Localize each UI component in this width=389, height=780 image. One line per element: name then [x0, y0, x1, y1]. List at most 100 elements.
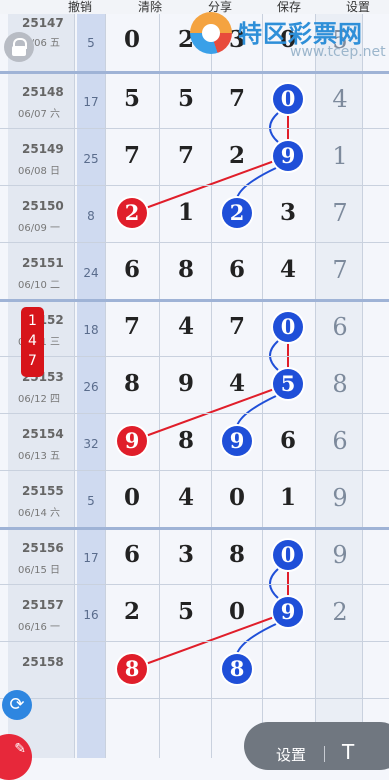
blue-ball[interactable]: 9	[273, 141, 303, 171]
blue-ball[interactable]: 0	[273, 84, 303, 114]
tail-value: 1	[332, 142, 348, 170]
digit-cell[interactable]: 6	[270, 427, 306, 454]
draw-date: 06/15 日	[18, 565, 60, 576]
blue-ball[interactable]: 0	[273, 312, 303, 342]
digit-cell[interactable]: 5	[168, 85, 204, 112]
digit-cell[interactable]: 0	[219, 598, 255, 625]
table-row: 2514906/08 日2577291	[0, 128, 389, 185]
digit-cell[interactable]: 4	[168, 313, 204, 340]
table-row: 2515006/09 一821237	[0, 185, 389, 242]
digit-cell[interactable]: 8	[168, 427, 204, 454]
digit-cell[interactable]: 9	[168, 370, 204, 397]
digit-cell[interactable]: 0	[114, 484, 150, 511]
blue-ball[interactable]: 9	[222, 426, 252, 456]
tail-value: 6	[332, 313, 348, 341]
sum-value: 5	[87, 36, 95, 50]
red-ball[interactable]: 9	[117, 426, 147, 456]
digit-cell[interactable]: 4	[270, 256, 306, 283]
site-logo: 特区彩票网 www.tcep.net	[190, 6, 389, 64]
table-row: 25155 06/14 六504019	[0, 470, 389, 527]
side-tag-digit: 1	[28, 313, 37, 329]
undo-button[interactable]: 撤销	[68, 0, 92, 15]
digit-cell[interactable]: 8	[219, 541, 255, 568]
digit-cell[interactable]: 6	[114, 256, 150, 283]
sum-value: 32	[83, 437, 99, 451]
draw-date: 06/08 日	[18, 166, 60, 177]
red-ball[interactable]: 2	[117, 198, 147, 228]
side-tag[interactable]: 1 4 7	[21, 307, 44, 377]
period-number: 25150	[22, 199, 64, 213]
period-number: 25155	[22, 484, 64, 498]
digit-cell[interactable]: 6	[219, 256, 255, 283]
side-tag-digit: 4	[28, 333, 37, 349]
digit-cell[interactable]: 3	[270, 199, 306, 226]
clear-button[interactable]: 清除	[138, 0, 162, 15]
sum-value: 26	[83, 380, 99, 394]
digit-cell[interactable]: 7	[168, 142, 204, 169]
period-number: 25154	[22, 427, 64, 441]
bottom-settings-button[interactable]: 设置	[276, 744, 306, 765]
tail-value: 2	[332, 598, 348, 626]
digit-cell[interactable]: 6	[114, 541, 150, 568]
table-row: 2515406/13 五3298966	[0, 413, 389, 470]
digit-cell[interactable]: 8	[168, 256, 204, 283]
digit-cell[interactable]: 7	[114, 313, 150, 340]
digit-cell[interactable]: 5	[114, 85, 150, 112]
tail-value: 4	[332, 85, 348, 113]
table-row: 2515306/12 四2689458	[0, 356, 389, 413]
draw-date: 06/12 四	[18, 394, 60, 405]
table-row: 25156 06/15 日 17 6380 9	[0, 527, 389, 584]
blue-ball[interactable]: 9	[273, 597, 303, 627]
sum-value: 17	[83, 551, 99, 565]
red-ball[interactable]: 8	[117, 654, 147, 684]
lottery-trend-grid: 2514706/06 五5023052514806/07 六1755704251…	[0, 14, 389, 758]
period-number: 25158	[22, 655, 64, 669]
digit-cell[interactable]: 0	[114, 26, 150, 53]
blue-ball[interactable]: 0	[273, 540, 303, 570]
refresh-icon[interactable]: ⟳	[2, 690, 32, 720]
digit-cell[interactable]: 4	[168, 484, 204, 511]
tail-value: 9	[332, 541, 348, 569]
draw-date: 06/07 六	[18, 109, 60, 120]
digit-cell[interactable]: 7	[114, 142, 150, 169]
digit-cell[interactable]: 0	[219, 484, 255, 511]
blue-ball[interactable]: 2	[222, 198, 252, 228]
digit-cell[interactable]: 7	[219, 313, 255, 340]
table-row: 25151 06/10 二 24 6 8 6 4 7	[0, 242, 389, 299]
logo-url: www.tcep.net	[290, 44, 386, 60]
tail-value: 7	[332, 199, 348, 227]
blue-ball[interactable]: 8	[222, 654, 252, 684]
digit-cell[interactable]: 2	[114, 598, 150, 625]
draw-date: 06/10 二	[18, 280, 60, 291]
side-tag-digit: 7	[28, 353, 37, 369]
table-row: 2515206/11 三1874706	[0, 299, 389, 356]
blue-ball[interactable]: 5	[273, 369, 303, 399]
period-number: 25151	[22, 256, 64, 270]
digit-cell[interactable]: 3	[168, 541, 204, 568]
draw-date: 06/16 一	[18, 622, 60, 633]
tail-value: 9	[332, 484, 348, 512]
lock-icon[interactable]	[4, 32, 34, 62]
draw-date: 06/13 五	[18, 451, 60, 462]
logo-swirl-icon	[190, 12, 232, 54]
sum-value: 8	[87, 209, 95, 223]
digit-cell[interactable]: 2	[219, 142, 255, 169]
table-row: 2514806/07 六1755704	[0, 71, 389, 128]
tail-value: 7	[332, 256, 348, 284]
digit-cell[interactable]: 8	[114, 370, 150, 397]
digit-cell[interactable]: 1	[168, 199, 204, 226]
table-row: 2515706/16 一1625092	[0, 584, 389, 641]
draw-date: 06/14 六	[18, 508, 60, 519]
tail-value: 8	[332, 370, 348, 398]
sum-value: 25	[83, 152, 99, 166]
sum-value: 16	[83, 608, 99, 622]
sum-value: 24	[83, 266, 99, 280]
digit-cell[interactable]: 1	[270, 484, 306, 511]
digit-cell[interactable]: 4	[219, 370, 255, 397]
table-row: 25158 8 8	[0, 641, 389, 698]
digit-cell[interactable]: 5	[168, 598, 204, 625]
digit-cell[interactable]: 7	[219, 85, 255, 112]
text-tool-icon[interactable]: T	[342, 740, 354, 764]
divider	[324, 746, 325, 762]
tail-value: 6	[332, 427, 348, 455]
